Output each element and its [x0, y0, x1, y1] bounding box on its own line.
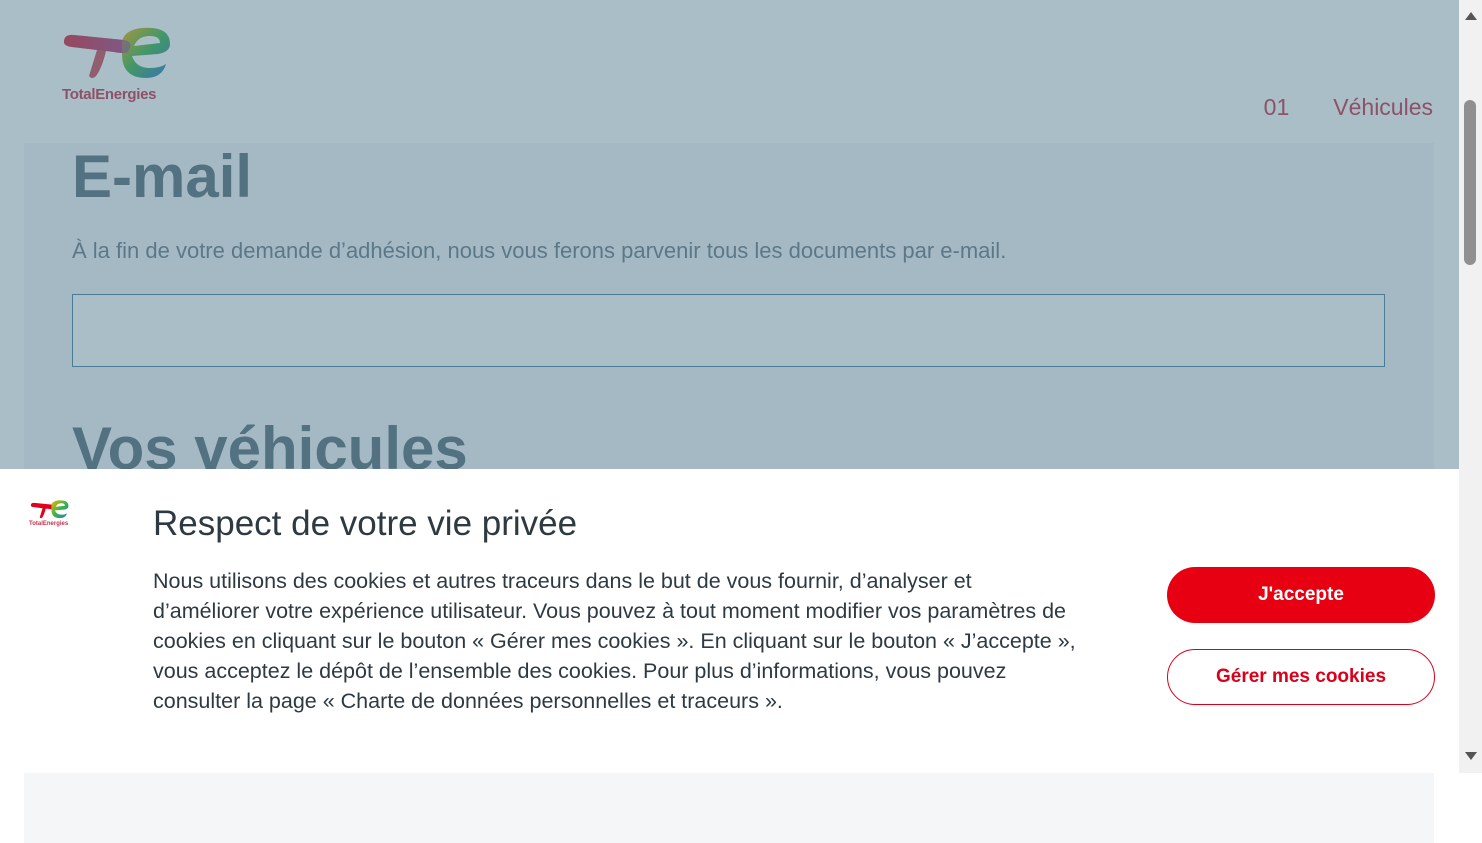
scroll-up-arrow-icon[interactable] — [1465, 12, 1477, 20]
cookie-banner-title: Respect de votre vie privée — [153, 504, 578, 543]
manage-cookies-button[interactable]: Gérer mes cookies — [1167, 649, 1435, 705]
cookie-banner: TotalEnergies Respect de votre vie privé… — [0, 469, 1459, 773]
accept-cookies-button[interactable]: J'accepte — [1167, 567, 1435, 623]
scrollbar-thumb[interactable] — [1464, 100, 1476, 265]
page: TotalEnergies 01 Véhicules E-mail À la f… — [0, 0, 1459, 843]
cookie-banner-text: Nous utilisons des cookies et autres tra… — [153, 569, 1076, 713]
banner-logo-text: TotalEnergies — [29, 521, 69, 527]
banner-logo: TotalEnergies — [28, 499, 72, 531]
modal-overlay — [0, 0, 1459, 469]
scroll-down-arrow-icon[interactable] — [1465, 752, 1477, 760]
banner-logo-icon — [30, 500, 69, 519]
